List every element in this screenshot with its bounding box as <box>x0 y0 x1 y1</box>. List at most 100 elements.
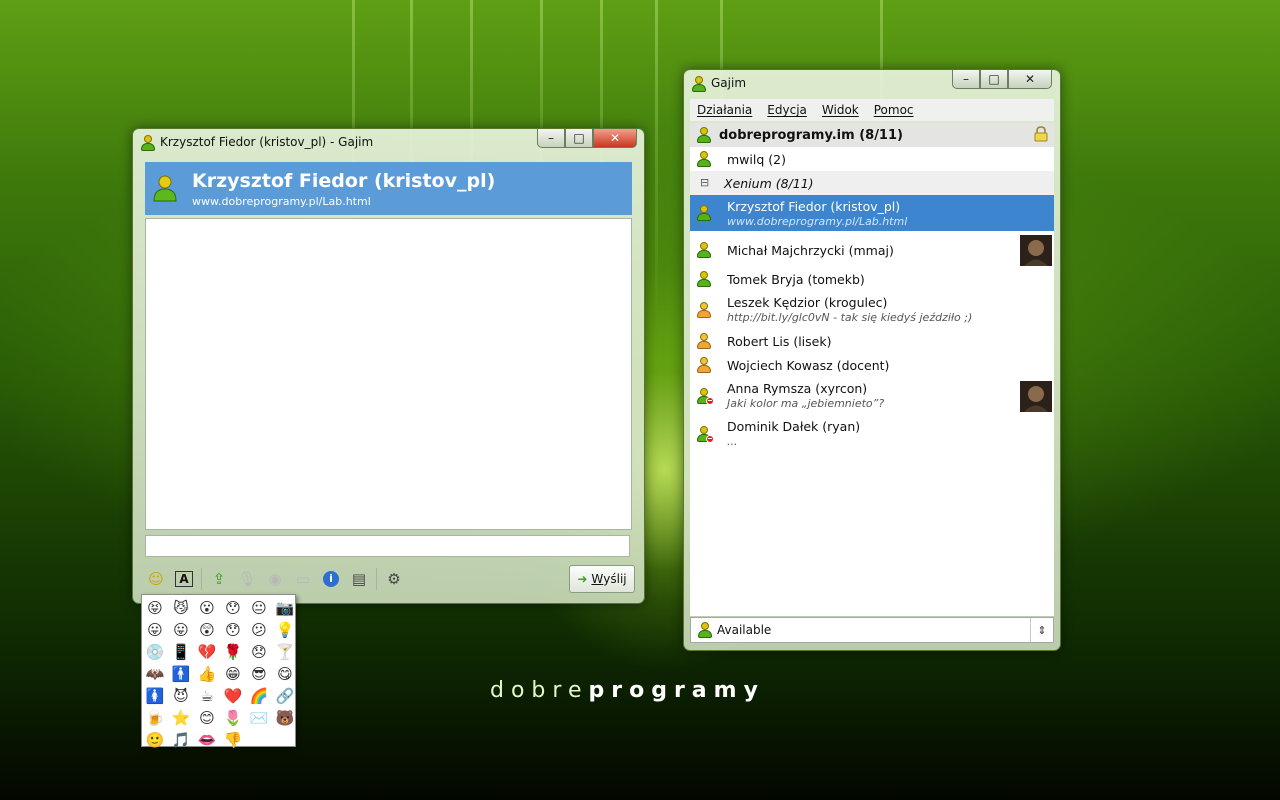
chat-window-title: Krzysztof Fiedor (kristov_pl) - Gajim <box>160 135 374 149</box>
toolbar-separator <box>376 568 377 590</box>
emoticon-icon[interactable]: 😐 <box>246 597 272 619</box>
contact-row[interactable]: Leszek Kędzior (krogulec) http://bit.ly/g… <box>690 291 1054 329</box>
roster-titlebar[interactable]: Gajim – □ ✕ <box>684 70 1060 96</box>
font-icon[interactable]: A <box>173 568 195 590</box>
emoticon-icon[interactable]: 🙂 <box>142 729 168 751</box>
emoticon-icon[interactable]: 😊 <box>194 707 220 729</box>
minimize-button[interactable]: – <box>537 129 565 148</box>
account-name: dobreprogramy.im (8/11) <box>719 128 903 143</box>
emoticon-icon[interactable]: 😕 <box>246 619 272 641</box>
info-icon[interactable]: i <box>320 568 342 590</box>
account-row[interactable]: dobreprogramy.im (8/11) <box>690 123 1054 147</box>
lock-icon <box>1034 126 1048 142</box>
emoticon-icon[interactable]: 🍸 <box>272 641 298 663</box>
contact-row[interactable]: Michał Majchrzycki (mmaj) <box>690 233 1054 267</box>
emoticon-icon[interactable]: 🎵 <box>168 729 194 751</box>
emoticon-icon[interactable]: ✉️ <box>246 707 272 729</box>
send-button[interactable]: ➜ Wyślij <box>569 565 635 593</box>
microphone-icon[interactable]: 🎙 <box>236 568 258 590</box>
emoticon-icon[interactable]: ❤️ <box>220 685 246 707</box>
message-input[interactable] <box>145 535 630 557</box>
menu-bar: Działania Edycja Widok Pomoc <box>690 99 1054 121</box>
contact-row[interactable]: Robert Lis (lisek) <box>690 329 1054 353</box>
emoticon-icon[interactable]: 🌈 <box>246 685 272 707</box>
emoticon-icon[interactable]: 😎 <box>246 663 272 685</box>
webcam-icon[interactable]: ◉ <box>264 568 286 590</box>
contact-status-message: http://bit.ly/glc0vN - tak się kiedyś je… <box>727 311 973 324</box>
contact-name: Wojciech Kowasz (docent) <box>727 358 890 373</box>
maximize-button[interactable]: □ <box>565 129 593 148</box>
emoticon-icon[interactable]: 😯 <box>220 619 246 641</box>
status-select-value: Available <box>717 623 772 637</box>
contact-group-row[interactable]: ⊟ Xenium (8/11) <box>690 171 1054 195</box>
emoticon-icon[interactable]: 😞 <box>246 641 272 663</box>
contact-banner: Krzysztof Fiedor (kristov_pl) www.dobrep… <box>145 162 632 215</box>
contact-row[interactable]: Dominik Dałek (ryan)... <box>690 415 1054 453</box>
emoticon-icon[interactable]: ☕ <box>194 685 220 707</box>
contact-name: Tomek Bryja (tomekb) <box>727 272 865 287</box>
emoticon-icon[interactable]: 👄 <box>194 729 220 751</box>
emoticon-icon[interactable]: 🍺 <box>142 707 168 729</box>
chat-bubble-icon[interactable]: ▭ <box>292 568 314 590</box>
away-status-icon <box>696 302 712 318</box>
status-select[interactable]: Available ⇕ <box>690 617 1054 643</box>
chevron-updown-icon[interactable]: ⇕ <box>1030 618 1053 642</box>
emoticon-icon[interactable]: 🔗 <box>272 685 298 707</box>
send-file-icon[interactable]: ⇪ <box>208 568 230 590</box>
maximize-button[interactable]: □ <box>980 70 1008 89</box>
conversation-view[interactable] <box>145 218 632 530</box>
emoticon-icon[interactable]: 😈 <box>168 685 194 707</box>
emoticon-icon[interactable]: 🌷 <box>220 707 246 729</box>
emoticon-icon[interactable]: 😋 <box>272 663 298 685</box>
contact-row[interactable]: Krzysztof Fiedor (kristov_pl) www.dobrepr… <box>690 195 1054 231</box>
contact-row[interactable]: mwilq (2) <box>690 147 1054 171</box>
send-label-accel: W <box>591 572 604 586</box>
chat-titlebar[interactable]: Krzysztof Fiedor (kristov_pl) - Gajim – … <box>133 129 644 155</box>
menu-edit[interactable]: Edycja <box>767 103 807 117</box>
minimize-button[interactable]: – <box>952 70 980 89</box>
menu-view[interactable]: Widok <box>822 103 859 117</box>
close-button[interactable]: ✕ <box>1008 70 1052 89</box>
emoticon-icon[interactable]: 😛 <box>142 619 168 641</box>
collapse-icon[interactable]: ⊟ <box>700 176 709 189</box>
contact-row[interactable]: Anna Rymsza (xyrcon) Jaki kolor ma „jebie… <box>690 377 1054 415</box>
emoticon-icon[interactable]: 👍 <box>194 663 220 685</box>
emoticon-icon[interactable]: 😝 <box>142 597 168 619</box>
emoticon-icon[interactable]: 💔 <box>194 641 220 663</box>
settings-icon[interactable]: ⚙ <box>383 568 405 590</box>
emoticon-icon[interactable]: 💿 <box>142 641 168 663</box>
emoticon-icon[interactable]: 😯 <box>220 597 246 619</box>
contact-name: Krzysztof Fiedor (kristov_pl) <box>727 199 901 214</box>
emoticon-icon[interactable]: 😲 <box>194 619 220 641</box>
emoticon-icon[interactable]: 🐻 <box>272 707 298 729</box>
close-button[interactable]: ✕ <box>593 129 637 148</box>
toolbar-separator <box>201 568 202 590</box>
contact-row[interactable]: Wojciech Kowasz (docent) <box>690 353 1054 377</box>
emoticon-icon[interactable]: 📱 <box>168 641 194 663</box>
emoticon-icon[interactable]: 😛 <box>168 619 194 641</box>
emoticon-icon[interactable]: 😼 <box>168 597 194 619</box>
emoticon-icon[interactable]: 😮 <box>194 597 220 619</box>
roster-window-controls: – □ ✕ <box>952 70 1052 89</box>
menu-actions[interactable]: Działania <box>697 103 752 117</box>
gajim-app-icon <box>140 135 156 151</box>
emoticon-icon[interactable]: 📷 <box>272 597 298 619</box>
emoticon-icon[interactable]: 🚺 <box>142 685 168 707</box>
emoticon-icon[interactable]: 👎 <box>220 729 246 751</box>
brand-part-2: programy <box>588 678 765 703</box>
history-icon[interactable]: ▤ <box>348 568 370 590</box>
emoticon-icon[interactable]: 🌹 <box>220 641 246 663</box>
contact-name: Michał Majchrzycki (mmaj) <box>727 243 894 258</box>
contact-row[interactable]: Tomek Bryja (tomekb) <box>690 267 1054 291</box>
menu-help[interactable]: Pomoc <box>874 103 914 117</box>
emoticon-icon[interactable]: 😁 <box>220 663 246 685</box>
send-arrow-icon: ➜ <box>577 572 588 586</box>
contact-name: mwilq (2) <box>727 152 786 167</box>
contact-status-message: ... <box>727 435 738 448</box>
smiley-icon[interactable]: ☺ <box>145 568 167 590</box>
emoticon-icon[interactable]: 🚹 <box>168 663 194 685</box>
emoticon-icon[interactable]: 💡 <box>272 619 298 641</box>
wallpaper-branding: dobreprogramy <box>490 678 765 703</box>
emoticon-icon[interactable]: 🦇 <box>142 663 168 685</box>
emoticon-icon[interactable]: ⭐ <box>168 707 194 729</box>
